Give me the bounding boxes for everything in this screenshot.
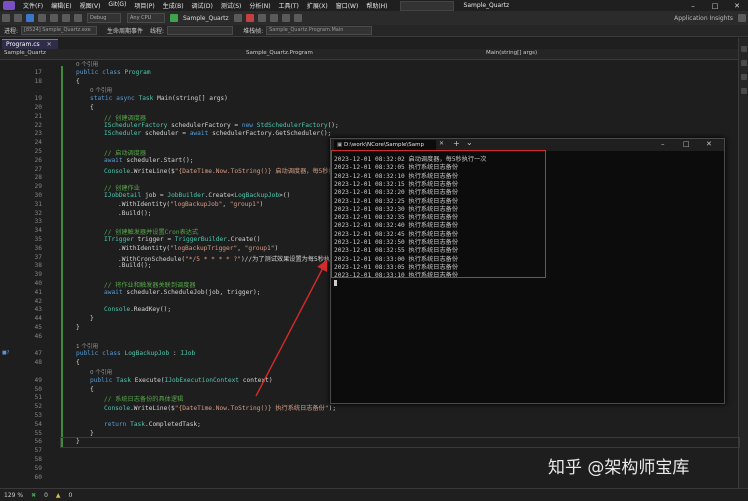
warning-count[interactable]: 0	[69, 492, 73, 499]
error-count[interactable]: 0	[44, 492, 48, 499]
zoom-level[interactable]: 129 %	[4, 492, 23, 499]
warning-icon: ▲	[55, 491, 61, 499]
annotation-arrow	[255, 259, 328, 397]
annotation-arrow-layer	[255, 259, 328, 397]
error-icon: ✖	[31, 491, 37, 499]
status-bar: 129 % ✖ 0 ▲ 0	[0, 488, 748, 501]
watermark: 知乎 @架构师宝库	[548, 458, 690, 478]
